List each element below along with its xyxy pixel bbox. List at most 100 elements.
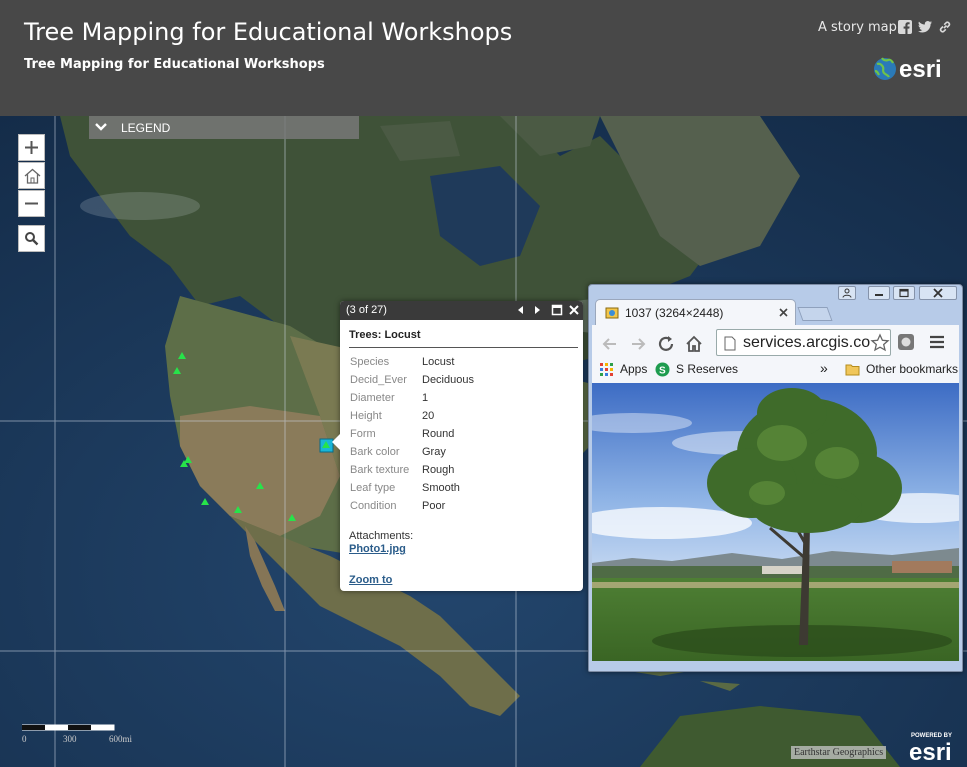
folder-icon — [845, 364, 860, 376]
zoom-out-button[interactable] — [18, 190, 45, 217]
attribute-value: Deciduous — [422, 374, 474, 386]
minus-icon — [25, 202, 38, 205]
back-arrow-icon[interactable] — [600, 334, 620, 354]
minimize-button[interactable] — [868, 286, 890, 300]
attribute-key: Bark color — [350, 446, 400, 458]
attribute-value: Rough — [422, 464, 455, 476]
plus-icon — [25, 141, 38, 154]
powered-by-esri-logo[interactable]: POWERED BY esri — [907, 729, 963, 763]
attribute-value: 1 — [422, 392, 429, 404]
window-close-button[interactable] — [919, 286, 957, 300]
attribute-row: Diameter 1 — [349, 389, 578, 407]
popup-title: Trees: Locust — [349, 329, 421, 341]
extension-icon[interactable] — [896, 332, 916, 352]
attribute-key: Leaf type — [350, 482, 396, 494]
home-icon — [24, 168, 41, 184]
bookmark-star-icon[interactable] — [870, 333, 890, 353]
restore-button[interactable] — [893, 286, 915, 300]
attribute-row: Condition Poor — [349, 497, 578, 515]
attribute-value: Smooth — [422, 482, 460, 494]
address-url: services.arcgis.com — [743, 334, 884, 351]
attribute-key: Height — [350, 410, 382, 422]
attribute-value: Locust — [422, 356, 455, 368]
apps-grid-icon — [600, 363, 613, 376]
esri-logo[interactable]: esri — [873, 55, 953, 83]
attribute-key: Bark texture — [350, 464, 410, 476]
bookmarks-overflow[interactable]: » — [820, 360, 828, 376]
page-icon — [724, 336, 736, 351]
powered-brand: esri — [909, 739, 952, 763]
attribute-row: Species Locust — [349, 353, 578, 371]
attribute-row: Leaf type Smooth — [349, 479, 578, 497]
attribute-value: Round — [422, 428, 455, 440]
tree-photo — [592, 383, 959, 661]
zoom-to-link[interactable]: Zoom to — [349, 574, 392, 586]
forward-arrow-icon[interactable] — [628, 334, 648, 354]
story-map-link[interactable]: A story map — [818, 20, 897, 35]
twitter-icon[interactable] — [918, 20, 932, 34]
search-icon — [25, 232, 39, 246]
attribute-key: Condition — [350, 500, 397, 512]
popup-pointer — [332, 434, 340, 450]
home-button[interactable] — [18, 162, 45, 189]
esri-wordmark: esri — [899, 56, 942, 83]
attribute-key: Diameter — [350, 392, 395, 404]
facebook-icon[interactable] — [898, 20, 912, 34]
search-button[interactable] — [18, 225, 45, 252]
attribute-row: Bark color Gray — [349, 443, 578, 461]
scale-label-300: 300 — [63, 734, 77, 744]
bookmark-other[interactable]: Other bookmarks — [866, 362, 958, 376]
map-attribution: Earthstar Geographics — [791, 746, 887, 759]
legend-label: LEGEND — [121, 121, 171, 135]
page-title: Tree Mapping for Educational Workshops — [24, 18, 513, 46]
chevron-down-icon — [95, 123, 107, 131]
previous-feature-icon[interactable] — [515, 304, 527, 316]
zoom-in-button[interactable] — [18, 134, 45, 161]
bookmark-s-reserves[interactable]: S Reserves — [676, 362, 738, 376]
svg-text:S: S — [659, 366, 666, 377]
browser-window: 1037 (3264×2448) services.arcgis.com App… — [588, 284, 963, 672]
popup-header: (3 of 27) — [340, 301, 583, 320]
attachment-link[interactable]: Photo1.jpg — [349, 543, 406, 555]
new-tab-button[interactable] — [797, 307, 833, 321]
close-icon — [933, 288, 943, 298]
attribute-key: Form — [350, 428, 376, 440]
scale-label-0: 0 — [22, 734, 27, 744]
home-icon[interactable] — [684, 334, 704, 354]
bookmark-apps[interactable]: Apps — [620, 362, 647, 376]
reload-icon[interactable] — [656, 334, 676, 354]
attribute-value: 20 — [422, 410, 435, 422]
link-icon[interactable] — [938, 20, 952, 34]
app-header: Tree Mapping for Educational Workshops T… — [0, 0, 967, 116]
scale-bar: 0 300 600mi — [22, 724, 162, 748]
tree-photo-image — [592, 383, 959, 661]
tab-title: 1037 (3264×2448) — [625, 306, 724, 320]
browser-toolbar: services.arcgis.com Apps S S Reserves » … — [592, 325, 959, 383]
attribute-value: Gray — [422, 446, 446, 458]
attribute-key: Decid_Ever — [350, 374, 407, 386]
maximize-icon[interactable] — [551, 304, 563, 316]
legend-toggle[interactable]: LEGEND — [89, 116, 359, 139]
address-bar[interactable]: services.arcgis.com — [716, 329, 891, 356]
bookmarks-bar: Apps S S Reserves » Other bookmarks — [592, 359, 959, 381]
next-feature-icon[interactable] — [531, 304, 543, 316]
page-subtitle: Tree Mapping for Educational Workshops — [24, 57, 325, 72]
browser-tab[interactable]: 1037 (3264×2448) — [595, 299, 796, 325]
tab-close-icon[interactable] — [777, 306, 790, 319]
profile-button[interactable] — [838, 286, 856, 300]
attribute-key: Species — [350, 356, 390, 368]
menu-icon[interactable] — [927, 332, 947, 352]
attribute-row: Bark texture Rough — [349, 461, 578, 479]
scale-bar-graphic — [22, 724, 115, 731]
attribute-table: Species Locust Decid_Ever Deciduous Diamet… — [349, 353, 578, 515]
feature-popup: (3 of 27) Trees: Locust Species Locust De… — [332, 301, 583, 591]
popup-divider — [349, 347, 578, 348]
attribute-row: Decid_Ever Deciduous — [349, 371, 578, 389]
attachments-label: Attachments: — [349, 530, 414, 542]
person-icon — [842, 288, 852, 298]
popup-counter: (3 of 27) — [346, 304, 387, 316]
close-icon[interactable] — [568, 304, 580, 316]
image-favicon-icon — [605, 307, 619, 319]
reserves-favicon-icon: S — [655, 362, 670, 377]
minimize-icon — [875, 294, 883, 296]
